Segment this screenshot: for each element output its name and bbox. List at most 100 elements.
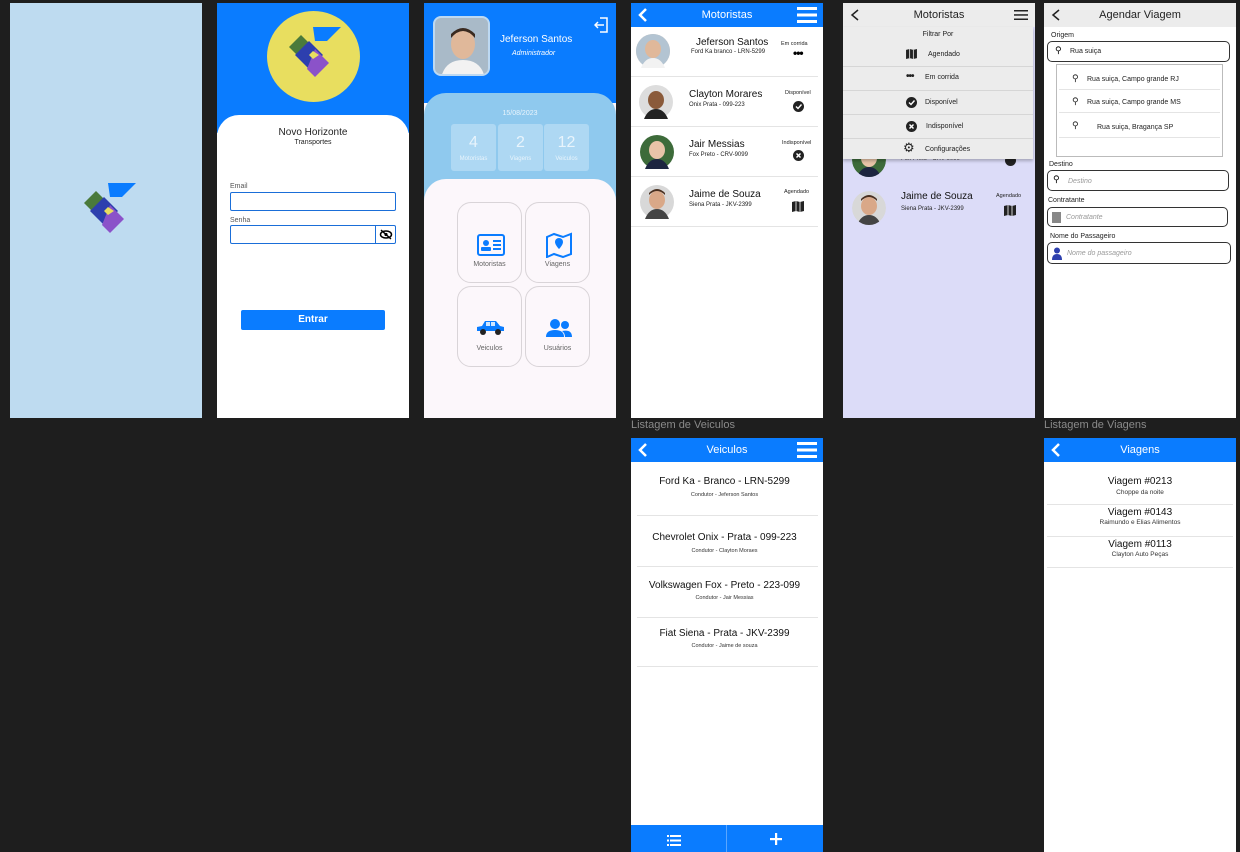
splash-screen xyxy=(10,3,202,418)
check-icon xyxy=(793,101,804,112)
pin-icon: ⚲ xyxy=(1072,73,1079,83)
contratante-input[interactable]: Contratante xyxy=(1047,207,1228,227)
stat-label: Viagens xyxy=(509,156,532,162)
passageiro-input[interactable]: Nome do passageiro xyxy=(1047,242,1231,264)
app-name: Novo Horizonte xyxy=(278,127,348,138)
menu-tile-label: Viagens xyxy=(544,261,571,268)
stat-value: 2 xyxy=(516,134,525,151)
destino-label: Destino xyxy=(1049,161,1073,168)
menu-icon[interactable] xyxy=(797,7,817,23)
divider xyxy=(637,566,818,567)
list-item[interactable]: Jaime de Souza Siena Prata - JKV-2399 Ag… xyxy=(631,177,818,227)
list-item[interactable]: Clayton Morares Onix Prata - 099-223 Dis… xyxy=(631,77,818,127)
contratante-placeholder: Contratante xyxy=(1066,214,1103,221)
filter-item-configuracoes[interactable]: ⚙ Configurações xyxy=(843,139,1033,163)
back-icon[interactable] xyxy=(637,8,649,22)
menu-tile-usuarios[interactable]: Usuários xyxy=(525,286,590,367)
user-name: Jeferson Santos xyxy=(500,34,573,45)
divider xyxy=(637,617,818,618)
filter-item-em-corrida[interactable]: ••• Em corrida xyxy=(843,67,1033,91)
filter-label: Disponível xyxy=(925,99,958,106)
x-icon xyxy=(793,150,804,161)
app-subtitle: Transportes xyxy=(294,139,332,146)
veiculos-screen: Veiculos Ford Ka - Branco - LRN-5299 Con… xyxy=(631,438,823,852)
menu-icon[interactable] xyxy=(797,442,817,458)
email-field[interactable] xyxy=(230,192,396,211)
driver-vehicle: Ford Ka branco - LRN-5299 xyxy=(691,49,766,55)
menu-tile-veiculos[interactable]: Veiculos xyxy=(457,286,522,367)
add-button[interactable] xyxy=(727,825,823,852)
driver-status: Agendado xyxy=(996,193,1022,199)
driver-status: Agendado xyxy=(784,189,810,195)
trip-client: Choppe da noite xyxy=(1116,489,1164,496)
driver-name: Jaime de Souza xyxy=(689,189,761,200)
menu-tile-label: Usuários xyxy=(543,345,572,352)
back-icon[interactable] xyxy=(850,9,860,21)
stat-value: 4 xyxy=(469,134,478,151)
contratante-label: Contratante xyxy=(1048,197,1085,204)
bottom-bar xyxy=(631,825,823,852)
logout-icon[interactable] xyxy=(594,17,608,33)
agendar-viagem-screen: Agendar Viagem Origem ⚲ Rua suiça ⚲ Rua … xyxy=(1044,3,1236,418)
pin-icon: ⚲ xyxy=(1053,174,1060,184)
header: Motoristas xyxy=(843,3,1035,27)
suggestion-text: Rua suiça, Bragança SP xyxy=(1097,124,1174,131)
suggestion-item[interactable]: ⚲ Rua suiça, Bragança SP xyxy=(1059,114,1220,138)
vehicle-driver: Condutor - Jair Messias xyxy=(695,595,754,601)
filter-item-disponivel[interactable]: Disponível xyxy=(843,91,1033,115)
page-title: Agendar Viagem xyxy=(1099,9,1181,21)
menu-tile-motoristas[interactable]: Motoristas xyxy=(457,202,522,283)
trip-client: Clayton Auto Peças xyxy=(1111,551,1169,558)
filter-dropdown: Filtrar Por Agendado ••• Em corrida Disp… xyxy=(843,27,1033,159)
filter-label: Indisponível xyxy=(926,123,964,130)
list-item[interactable]: Jair Messias Fox Preto - CRV-9099 Indisp… xyxy=(631,127,818,177)
car-icon xyxy=(477,321,504,335)
list-item[interactable]: Jeferson Santos Ford Ka branco - LRN-529… xyxy=(631,27,818,77)
header: Veiculos xyxy=(631,438,823,462)
menu-tile-label: Motoristas xyxy=(473,261,506,268)
login-card xyxy=(217,115,409,418)
menu-tile-viagens[interactable]: Viagens xyxy=(525,202,590,283)
avatar xyxy=(639,85,673,119)
stat-viagens: 2 Viagens xyxy=(498,124,543,171)
suggestion-item[interactable]: ⚲ Rua suiça, Campo grande RJ xyxy=(1059,68,1220,90)
filter-label: Agendado xyxy=(928,51,960,58)
check-icon xyxy=(906,97,917,108)
list-item[interactable]: Jaime de Souza Siena Prata - JKV-2399 Ag… xyxy=(843,183,1035,233)
destino-input[interactable]: ⚲ Destino xyxy=(1047,170,1229,191)
filter-label: Em corrida xyxy=(925,74,959,81)
driver-name: Jeferson Santos xyxy=(696,37,769,48)
pin-icon: ⚲ xyxy=(1055,45,1062,55)
back-icon[interactable] xyxy=(637,443,649,457)
vehicle-title: Chevrolet Onix - Prata - 099-223 xyxy=(652,532,797,543)
passageiro-placeholder: Nome do passageiro xyxy=(1067,250,1132,257)
header: Motoristas xyxy=(631,3,823,27)
caption-viagens: Listagem de Viagens xyxy=(1044,419,1147,431)
driver-name: Jaime de Souza xyxy=(901,191,973,202)
dashboard-screen: Jeferson Santos Administrador 15/08/2023… xyxy=(424,3,616,418)
filter-item-indisponivel[interactable]: Indisponível xyxy=(843,115,1033,139)
back-icon[interactable] xyxy=(1050,443,1062,457)
menu-icon[interactable] xyxy=(1014,10,1028,20)
pin-icon: ⚲ xyxy=(1072,96,1079,106)
toggle-visibility-button[interactable] xyxy=(375,226,395,243)
password-field[interactable] xyxy=(230,225,396,244)
avatar xyxy=(636,34,670,68)
back-icon[interactable] xyxy=(1051,9,1061,21)
plus-icon xyxy=(770,833,782,845)
motoristas-screen: Motoristas Jeferson Santos Ford Ka branc… xyxy=(631,3,823,418)
filter-item-agendado[interactable]: Agendado xyxy=(843,43,1033,67)
list-icon xyxy=(667,835,681,846)
driver-vehicle: Siena Prata - JKV-2399 xyxy=(901,206,964,212)
origem-input[interactable]: ⚲ Rua suiça xyxy=(1047,41,1230,62)
suggestion-item[interactable]: ⚲ Rua suiça, Campo grande MS xyxy=(1059,91,1220,113)
list-view-button[interactable] xyxy=(631,825,727,852)
filter-title: Filtrar Por xyxy=(922,31,954,38)
x-icon xyxy=(906,121,917,132)
vehicle-driver: Condutor - Jaime de souza xyxy=(691,643,758,649)
trip-title: Viagem #0113 xyxy=(1108,539,1172,550)
suggestions-dropdown: ⚲ Rua suiça, Campo grande RJ ⚲ Rua suiça… xyxy=(1056,64,1223,157)
entrar-button[interactable]: Entrar xyxy=(241,310,385,330)
divider xyxy=(637,666,818,667)
avatar xyxy=(852,191,886,225)
